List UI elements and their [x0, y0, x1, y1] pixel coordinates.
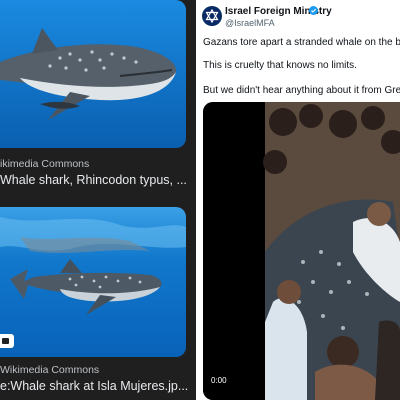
- video-timestamp: 0:00: [208, 375, 230, 386]
- tweet-text-line: This is cruelty that knows no limits.: [203, 60, 357, 71]
- avatar[interactable]: [202, 6, 222, 26]
- image-results-panel: ikimedia Commons Whale shark, Rhincodon …: [0, 0, 196, 400]
- tweet-video[interactable]: 0:00: [203, 102, 400, 400]
- star-of-david-icon: [205, 9, 219, 23]
- image-badge-icon: [0, 334, 14, 348]
- result-source: Wikimedia Commons: [0, 364, 100, 376]
- result-title[interactable]: e:Whale shark at Isla Mujeres.jp...: [0, 379, 190, 393]
- result-source: ikimedia Commons: [0, 158, 90, 170]
- result-title[interactable]: Whale shark, Rhincodon typus, ...: [0, 173, 190, 187]
- tweet-text-line: But we didn't hear anything about it fro…: [203, 85, 400, 96]
- result-image-whale-shark-2[interactable]: [0, 207, 186, 357]
- verified-badge-icon: [309, 6, 318, 15]
- account-handle[interactable]: @IsraelMFA: [225, 18, 275, 28]
- tweet-card[interactable]: Israel Foreign Ministry @IsraelMFA Gazan…: [200, 0, 400, 400]
- tweet-text-line: Gazans tore apart a stranded whale on th…: [203, 37, 400, 48]
- result-image-whale-shark-1[interactable]: [0, 0, 186, 148]
